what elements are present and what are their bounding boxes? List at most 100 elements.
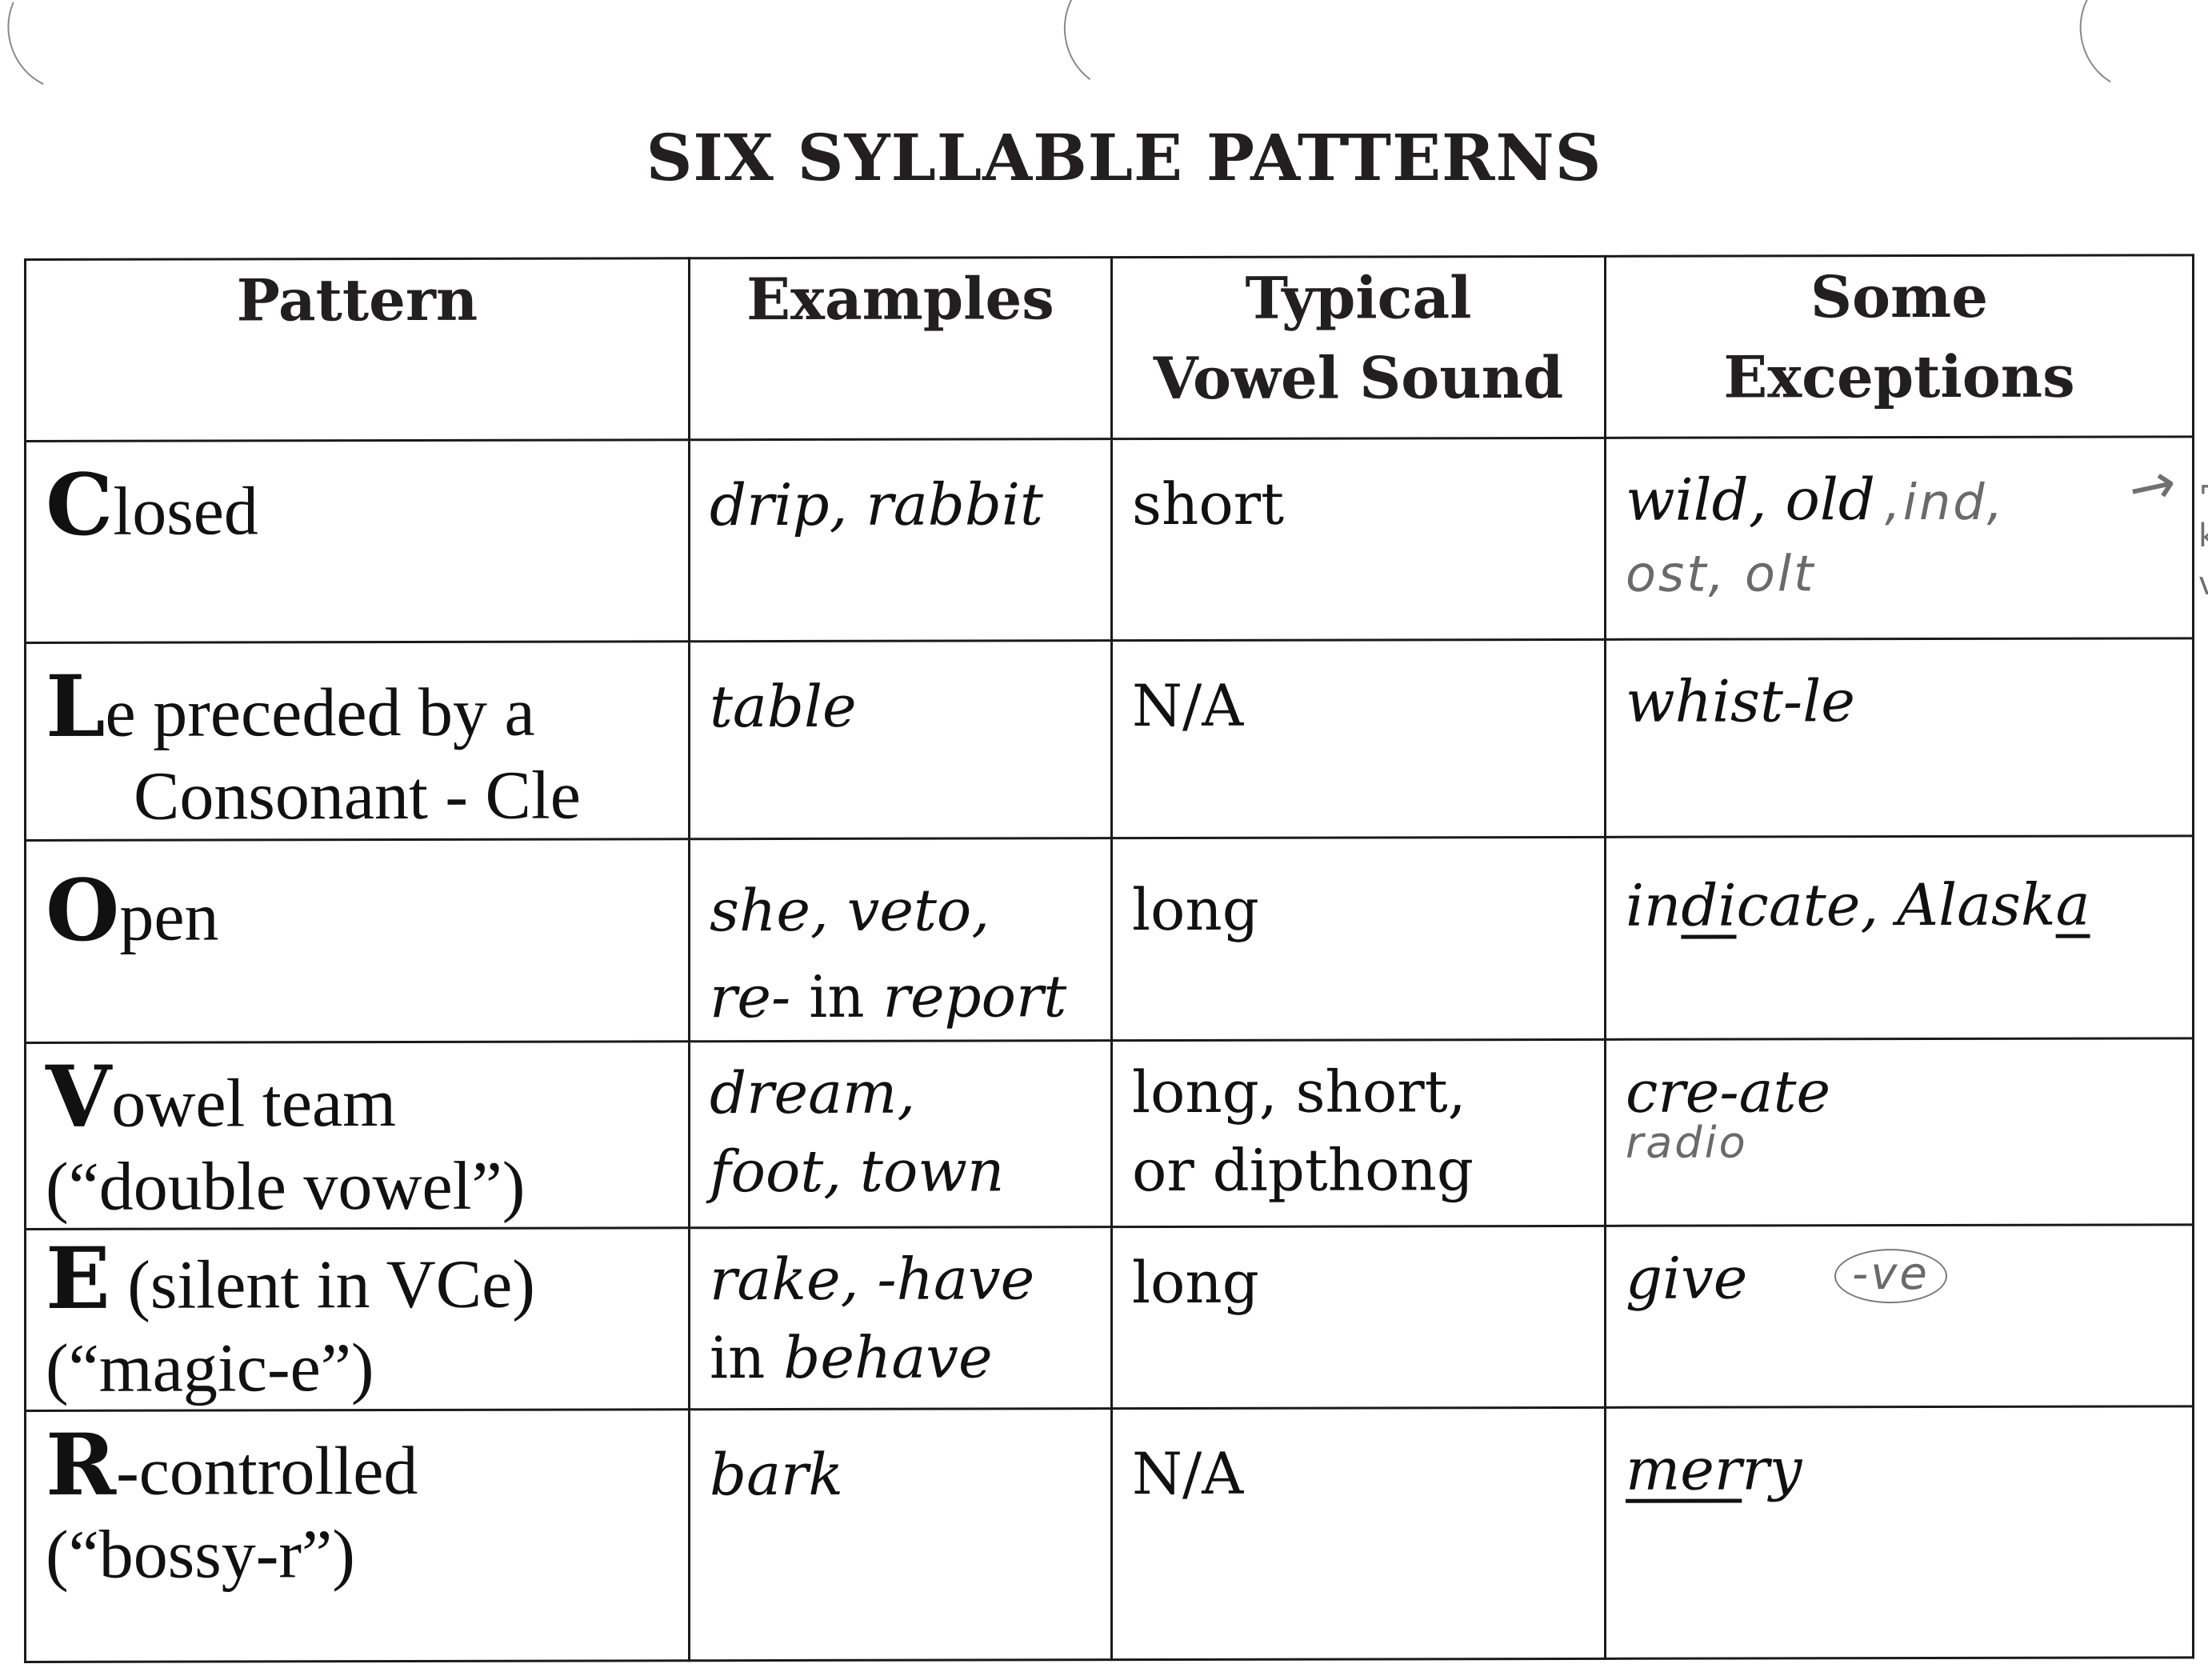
syllable-patterns-table: Pattern Examples Typical Vowel Sound Som… bbox=[24, 254, 2194, 1663]
exceptions-cell: whist-le bbox=[1605, 638, 2194, 838]
examples-line1: dream, bbox=[710, 1058, 916, 1127]
pattern-initial: R bbox=[46, 1414, 117, 1514]
table-row: Vowel team (“double vowel”) dream, foot,… bbox=[25, 1038, 2194, 1230]
exceptions-cell: wild, old ,ind, ost, olt → bbox=[1605, 436, 2194, 640]
examples-line2: in behave bbox=[710, 1318, 1096, 1397]
examples-cell: rake, -have in behave bbox=[689, 1226, 1112, 1410]
vowel-sound-text: short bbox=[1132, 470, 1285, 538]
exceptions-fragment: cate, Alask bbox=[1736, 870, 2056, 939]
pattern-subtitle: (“double vowel”) bbox=[46, 1146, 526, 1225]
pattern-initial: E bbox=[46, 1227, 110, 1328]
vowel-sound-text: N/A bbox=[1132, 1439, 1244, 1508]
vowel-sound-cell: N/A bbox=[1111, 1407, 1606, 1660]
handwritten-note: ,ind, bbox=[1885, 472, 2006, 532]
binder-hole-mark bbox=[1054, 0, 1190, 101]
header-examples: Examples bbox=[689, 257, 1112, 440]
pattern-initial: V bbox=[46, 1046, 112, 1146]
exceptions-text: whist-le bbox=[1626, 667, 1855, 735]
table-header-row: Pattern Examples Typical Vowel Sound Som… bbox=[25, 254, 2194, 442]
examples-line2: re- in report bbox=[710, 953, 1096, 1040]
examples-line1: she, veto, bbox=[710, 876, 990, 945]
table-row: Le preceded by a Consonant - Cle table N… bbox=[25, 638, 2194, 841]
exceptions-cell: cre-ate radio bbox=[1605, 1038, 2194, 1226]
pattern-subtitle: Consonant - Cle bbox=[134, 756, 581, 834]
pattern-subtitle: (“bossy-r”) bbox=[46, 1515, 355, 1593]
pattern-name: -controlled bbox=[116, 1431, 418, 1510]
pattern-initial: L bbox=[46, 655, 106, 756]
handwritten-circled-note: -ve bbox=[1834, 1248, 1947, 1304]
pattern-cell: Le preceded by a Consonant - Cle bbox=[25, 641, 690, 841]
pattern-cell: Vowel team (“double vowel”) bbox=[25, 1041, 690, 1230]
header-exceptions: Some Exceptions bbox=[1605, 254, 2194, 438]
vowel-sound-line2: or dipthong bbox=[1132, 1136, 1474, 1205]
vowel-sound-text: long bbox=[1132, 875, 1259, 944]
exceptions-text: give bbox=[1626, 1244, 1748, 1312]
header-vowel-line2: Vowel Sound bbox=[1153, 342, 1564, 413]
vowel-sound-cell: long bbox=[1111, 837, 1606, 1041]
pattern-cell: Closed bbox=[25, 439, 690, 643]
pattern-name: pen bbox=[119, 878, 219, 955]
pattern-cell: Open bbox=[25, 838, 690, 1043]
examples-fragment: re- bbox=[710, 962, 791, 1031]
margin-mark: ⌐ bbox=[2198, 464, 2208, 512]
examples-fragment: in bbox=[790, 962, 883, 1030]
pattern-initial: O bbox=[46, 859, 120, 960]
examples-cell: bark bbox=[689, 1408, 1112, 1661]
pattern-name: (silent in VCe) bbox=[110, 1245, 535, 1323]
examples-cell: table bbox=[689, 640, 1112, 839]
vowel-sound-text: long bbox=[1132, 1248, 1259, 1317]
examples-cell: she, veto, re- in report bbox=[689, 838, 1112, 1042]
examples-text: table bbox=[710, 672, 857, 741]
binder-hole-mark bbox=[0, 0, 141, 107]
vowel-sound-line1: long, short, bbox=[1132, 1058, 1466, 1126]
pattern-name: owel team bbox=[111, 1064, 397, 1142]
margin-pencil-marks: ⌐ k v bbox=[2198, 464, 2208, 608]
pattern-name: e preceded by a bbox=[105, 673, 535, 751]
handwritten-note: ost, olt bbox=[1626, 544, 1816, 603]
examples-fragment: in bbox=[710, 1324, 784, 1392]
handwritten-note: radio bbox=[1626, 1117, 1748, 1168]
examples-cell: dream, foot, town bbox=[689, 1040, 1112, 1228]
examples-text: bark bbox=[710, 1440, 844, 1509]
examples-fragment: report bbox=[882, 962, 1067, 1030]
exceptions-text: wild, old bbox=[1626, 466, 1876, 534]
examples-text: drip, rabbit bbox=[710, 470, 1043, 539]
table-row: R-controlled (“bossy-r”) bark N/A merry bbox=[25, 1406, 2194, 1662]
table-row: Open she, veto, re- in report long indic… bbox=[25, 835, 2194, 1043]
margin-mark: v bbox=[2198, 566, 2208, 602]
pattern-subtitle: (“magic-e”) bbox=[46, 1329, 374, 1406]
exceptions-text: merry bbox=[1606, 1407, 2192, 1510]
examples-fragment: behave bbox=[783, 1323, 993, 1392]
examples-line2: foot, town bbox=[710, 1137, 1005, 1206]
exceptions-fragment: ry bbox=[1742, 1435, 1802, 1503]
header-vowel-sound: Typical Vowel Sound bbox=[1111, 256, 1606, 439]
examples-line1: rake, -have bbox=[710, 1245, 1035, 1314]
exceptions-fragment: in bbox=[1626, 871, 1682, 939]
underlined-letters: di bbox=[1681, 871, 1737, 939]
exceptions-cell: indicate, Alaska bbox=[1605, 835, 2194, 1040]
binder-hole-mark bbox=[2066, 0, 2208, 105]
header-exceptions-line1: Some bbox=[1810, 262, 1988, 331]
header-vowel-line1: Typical bbox=[1245, 263, 1472, 332]
examples-cell: drip, rabbit bbox=[689, 438, 1112, 642]
header-pattern: Pattern bbox=[25, 258, 690, 442]
vowel-sound-cell: N/A bbox=[1111, 639, 1606, 838]
pattern-name: losed bbox=[113, 472, 258, 550]
handwritten-arrow-icon: → bbox=[2122, 449, 2182, 523]
pattern-initial: C bbox=[46, 454, 114, 554]
vowel-sound-cell: long, short, or dipthong bbox=[1111, 1039, 1606, 1227]
table-row: Closed drip, rabbit short wild, old ,ind,… bbox=[25, 436, 2194, 643]
header-exceptions-line2: Exceptions bbox=[1723, 342, 2075, 411]
table-row: E (silent in VCe) (“magic-e”) rake, -hav… bbox=[25, 1224, 2194, 1411]
header-pattern-label: Pattern bbox=[236, 265, 478, 334]
underlined-letters: a bbox=[2055, 870, 2090, 938]
exceptions-cell: merry bbox=[1605, 1406, 2194, 1659]
vowel-sound-cell: long bbox=[1111, 1226, 1606, 1409]
vowel-sound-cell: short bbox=[1111, 438, 1606, 641]
underlined-letters: mer bbox=[1626, 1435, 1742, 1503]
pattern-cell: E (silent in VCe) (“magic-e”) bbox=[25, 1227, 690, 1411]
pattern-cell: R-controlled (“bossy-r”) bbox=[25, 1409, 690, 1662]
exceptions-cell: give -ve bbox=[1605, 1224, 2194, 1408]
exceptions-text: indicate, Alaska bbox=[1606, 837, 2192, 946]
margin-mark: k bbox=[2198, 518, 2208, 554]
